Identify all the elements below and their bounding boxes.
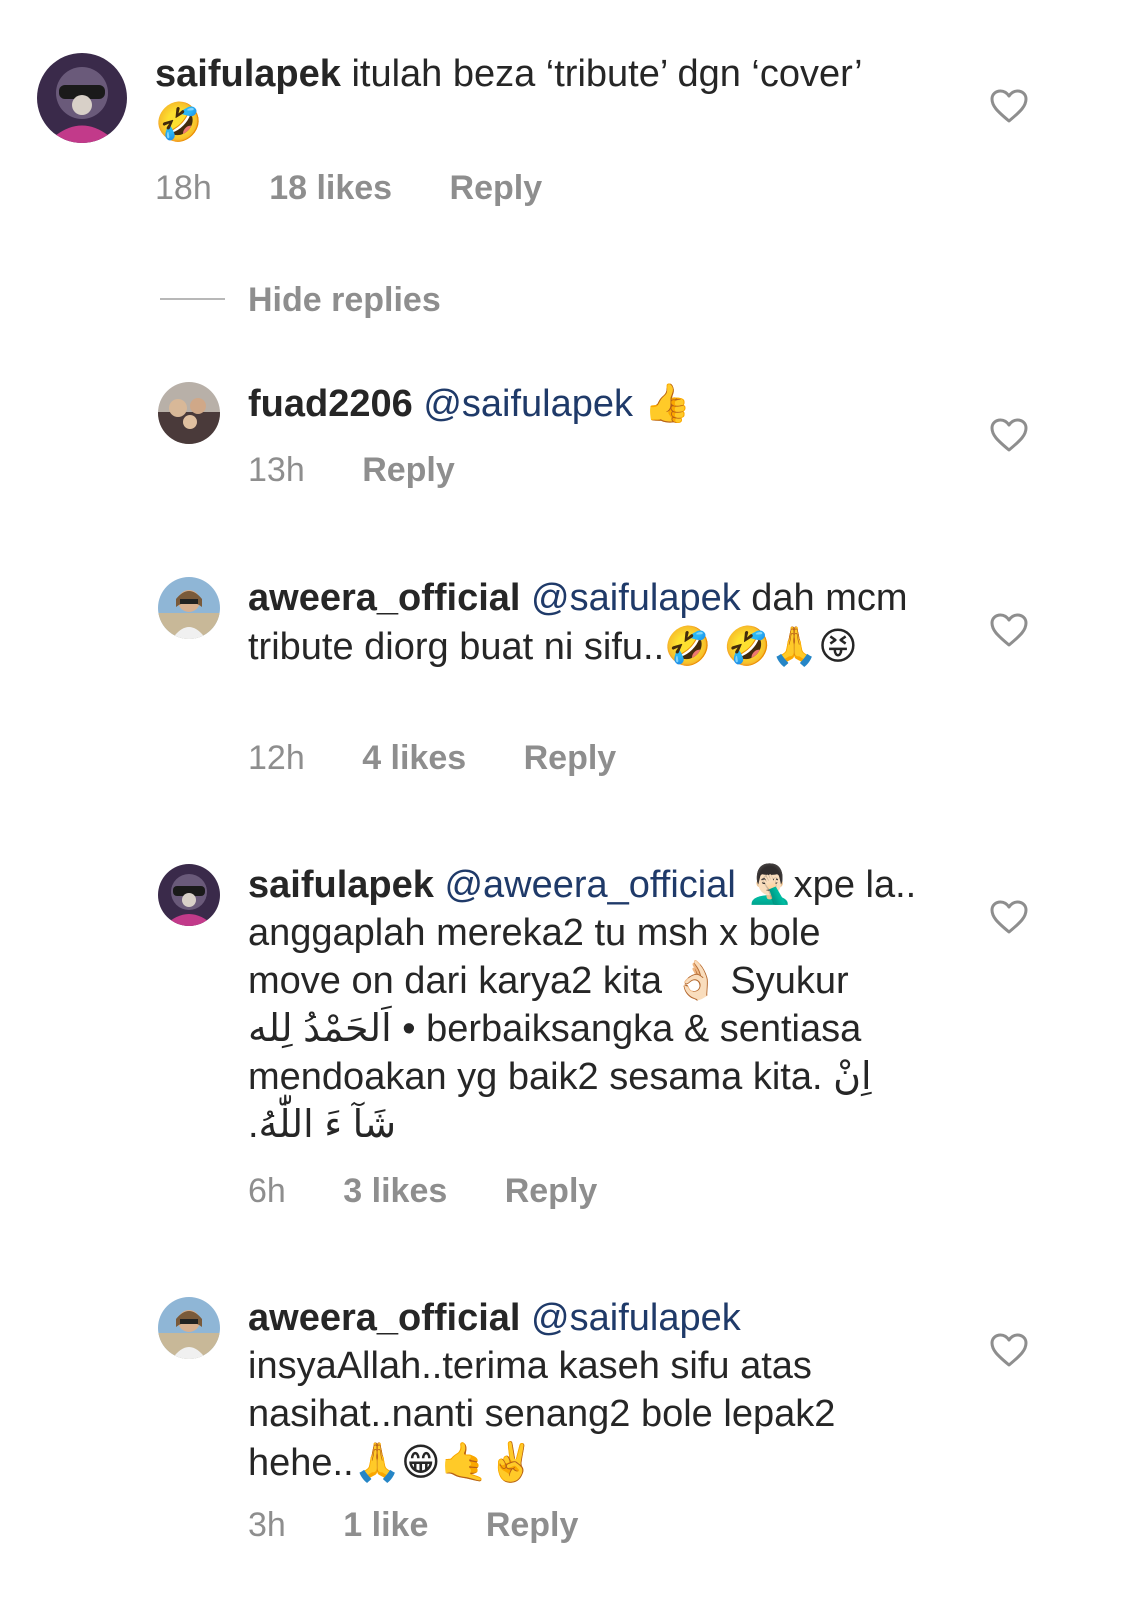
comment-text: saifulapek itulah beza ‘tribute’ dgn ‘co… (155, 50, 875, 147)
timestamp: 13h (248, 451, 305, 489)
comment-meta: 18h 18 likes Reply (155, 168, 590, 208)
comment-text: fuad2206 @saifulapek 👍 (248, 379, 908, 428)
username[interactable]: aweera_official (248, 577, 520, 619)
comment-body: itulah beza ‘tribute’ dgn ‘cover’ (351, 53, 862, 95)
heart-outline-icon[interactable] (989, 612, 1029, 648)
avatar[interactable] (158, 382, 220, 444)
comment-text: saifulapek @aweera_official 🤦🏻‍♂️xpe la.… (248, 861, 918, 1149)
mention[interactable]: @saifulapek (423, 383, 633, 425)
heart-outline-icon[interactable] (989, 417, 1029, 453)
reply-button[interactable]: Reply (450, 169, 543, 207)
likes-count[interactable]: 18 likes (269, 169, 392, 207)
mention[interactable]: @saifulapek (531, 577, 741, 619)
comment-text: aweera_official @saifulapek dah mcm trib… (248, 574, 918, 671)
emoji-thumbs-up: 👍 (643, 381, 691, 425)
avatar[interactable] (158, 577, 220, 639)
reply-button[interactable]: Reply (486, 1506, 579, 1544)
username[interactable]: fuad2206 (248, 383, 413, 425)
comment-meta: 13h Reply (248, 450, 503, 490)
divider (160, 298, 225, 300)
heart-outline-icon[interactable] (989, 88, 1029, 124)
reply-button[interactable]: Reply (362, 451, 455, 489)
timestamp: 12h (248, 739, 305, 777)
likes-count[interactable]: 4 likes (362, 739, 466, 777)
timestamp: 18h (155, 169, 212, 207)
comment-meta: 6h 3 likes Reply (248, 1171, 645, 1211)
avatar[interactable] (158, 864, 220, 926)
heart-outline-icon[interactable] (989, 1332, 1029, 1368)
username[interactable]: aweera_official (248, 1297, 520, 1339)
comment-meta: 3h 1 like Reply (248, 1505, 626, 1545)
likes-count[interactable]: 3 likes (343, 1172, 447, 1210)
comment-text: aweera_official @saifulapek insyaAllah..… (248, 1294, 918, 1487)
timestamp: 3h (248, 1506, 286, 1544)
mention[interactable]: @saifulapek (531, 1297, 741, 1339)
hide-replies-label[interactable]: Hide replies (248, 280, 441, 320)
mention[interactable]: @aweera_official (444, 864, 735, 906)
comment-body (633, 383, 644, 425)
avatar[interactable] (158, 1297, 220, 1359)
emoji-rofl: 🤣 (155, 100, 203, 144)
username[interactable]: saifulapek (155, 53, 341, 95)
heart-outline-icon[interactable] (989, 899, 1029, 935)
timestamp: 6h (248, 1172, 286, 1210)
emoji-group: 🤣 🤣🙏😝 (664, 624, 858, 668)
username[interactable]: saifulapek (248, 864, 434, 906)
reply-button[interactable]: Reply (505, 1172, 598, 1210)
reply-button[interactable]: Reply (524, 739, 617, 777)
emoji-group: 🙏😁🤙✌️ (353, 1440, 536, 1484)
arabic-text: اَلحَمْدُ لِله (248, 1008, 392, 1050)
comment-meta: 12h 4 likes Reply (248, 738, 664, 778)
likes-count[interactable]: 1 like (343, 1506, 428, 1544)
comment-body: insyaAllah..terima kaseh sifu atas nasih… (248, 1345, 836, 1484)
avatar[interactable] (37, 53, 127, 143)
